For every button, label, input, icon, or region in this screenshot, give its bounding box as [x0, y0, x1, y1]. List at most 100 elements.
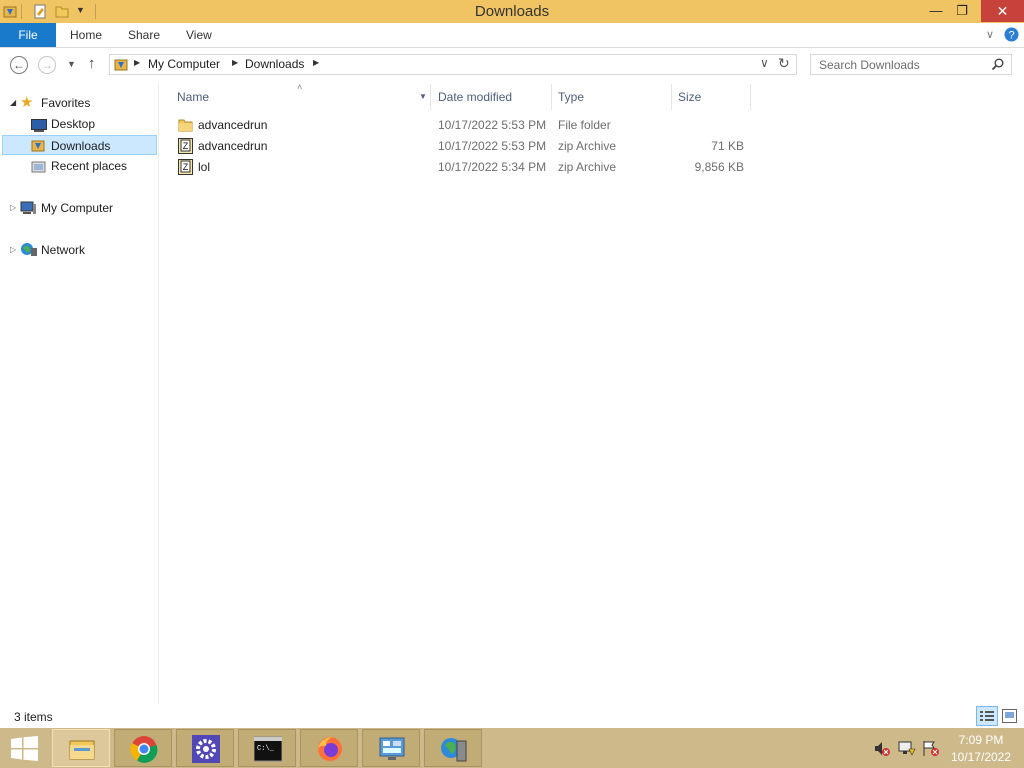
collapsed-arrow-icon[interactable]: ▷: [10, 203, 16, 212]
tab-home[interactable]: Home: [70, 23, 102, 47]
breadcrumb-chevron-icon[interactable]: ▶: [313, 58, 319, 67]
ribbon: File Home Share View ∨ ?: [0, 23, 1024, 48]
taskbar-command-prompt[interactable]: C:\_: [238, 729, 296, 767]
file-name: advancedrun: [198, 118, 268, 132]
svg-text:C:\_: C:\_: [257, 745, 275, 753]
star-icon: ★: [20, 94, 34, 111]
column-header-name[interactable]: Name: [177, 86, 209, 108]
nav-network[interactable]: Network: [41, 240, 85, 260]
window-title: Downloads: [474, 3, 550, 20]
address-row: ← → ▼ ↑ ▶ My Computer ▶ Downloads ▶ ∨ ↻ …: [0, 48, 1024, 82]
search-input[interactable]: Search Downloads: [810, 54, 1012, 75]
large-icons-view-icon[interactable]: [1002, 709, 1017, 723]
file-size: 9,856 KB: [694, 160, 744, 174]
taskbar-chrome[interactable]: [114, 729, 172, 767]
back-button[interactable]: ←: [10, 56, 28, 74]
file-name: lol: [198, 160, 211, 174]
tab-share[interactable]: Share: [128, 23, 160, 47]
nav-favorites[interactable]: Favorites: [41, 93, 90, 113]
column-header-type[interactable]: Type: [558, 86, 584, 108]
address-dropdown-icon[interactable]: ∨: [760, 56, 769, 70]
clock-time[interactable]: 7:09 PM: [948, 733, 1014, 747]
column-divider[interactable]: [430, 84, 431, 110]
zip-icon: Z: [178, 159, 193, 175]
nav-recent-places[interactable]: Recent places: [51, 156, 127, 176]
downloads-folder-icon: [114, 59, 128, 71]
navigation-pane: ◢ ★ Favorites Desktop Downloads Recent p…: [0, 82, 159, 704]
chevron-down-icon[interactable]: ∨: [986, 28, 994, 41]
file-row[interactable]: Z advancedrun 10/17/2022 5:53 PM zip Arc…: [174, 136, 774, 157]
file-type: File folder: [558, 118, 611, 132]
file-row[interactable]: Z lol 10/17/2022 5:34 PM zip Archive 9,8…: [174, 157, 774, 178]
column-divider[interactable]: [671, 84, 672, 110]
taskbar-settings[interactable]: [176, 729, 234, 767]
folder-icon: [178, 119, 193, 132]
file-date: 10/17/2022 5:34 PM: [438, 160, 547, 174]
cmd-icon: C:\_: [254, 736, 282, 762]
svg-text:?: ?: [1008, 30, 1014, 42]
file-size: 71 KB: [711, 139, 744, 153]
restore-button[interactable]: ❐: [947, 0, 977, 22]
desktop-icon: [31, 119, 47, 132]
nav-downloads-label: Downloads: [51, 139, 111, 153]
network-icon: [21, 243, 37, 256]
file-explorer-icon: [69, 740, 95, 760]
file-date: 10/17/2022 5:53 PM: [438, 139, 547, 153]
column-filter-icon[interactable]: ▼: [419, 92, 427, 101]
status-bar: 3 items: [0, 704, 1024, 728]
up-icon[interactable]: ↑: [88, 55, 96, 72]
column-divider[interactable]: [551, 84, 552, 110]
taskbar-file-explorer[interactable]: [52, 729, 110, 767]
help-icon[interactable]: ?: [1004, 27, 1019, 42]
downloads-folder-icon: [31, 140, 45, 152]
details-view-icon[interactable]: [976, 706, 998, 726]
taskbar: C:\_ 7:09 PM 10/17/2022: [0, 728, 1024, 768]
column-header-size[interactable]: Size: [678, 86, 701, 108]
file-row[interactable]: advancedrun 10/17/2022 5:53 PM File fold…: [174, 115, 774, 136]
network-tool-icon: [441, 738, 467, 762]
action-center-flag-icon[interactable]: [922, 740, 940, 757]
address-bar[interactable]: ▶ My Computer ▶ Downloads ▶ ∨: [109, 54, 797, 75]
svg-text:Z: Z: [183, 162, 189, 172]
search-placeholder: Search Downloads: [819, 58, 920, 72]
clock-date[interactable]: 10/17/2022: [946, 750, 1016, 764]
file-date: 10/17/2022 5:53 PM: [438, 118, 547, 132]
tab-file[interactable]: File: [0, 23, 56, 47]
recent-places-icon: [31, 161, 46, 173]
network-status-icon[interactable]: [898, 740, 916, 757]
title-bar: ▼ Downloads — ❐ ✕: [0, 0, 1024, 23]
breadcrumb-chevron-icon[interactable]: ▶: [134, 58, 140, 67]
nav-my-computer[interactable]: My Computer: [41, 198, 113, 218]
close-button[interactable]: ✕: [981, 0, 1024, 22]
column-divider[interactable]: [750, 84, 751, 110]
forward-button[interactable]: →: [38, 56, 56, 74]
expand-arrow-icon[interactable]: ◢: [10, 98, 16, 107]
tab-view[interactable]: View: [186, 23, 212, 47]
file-list: ˄ Name ▼ Date modified Type Size advance…: [160, 82, 1024, 704]
collapsed-arrow-icon[interactable]: ▷: [10, 245, 16, 254]
search-icon[interactable]: [991, 58, 1004, 71]
sort-ascending-icon: ˄: [297, 82, 303, 92]
nav-desktop[interactable]: Desktop: [51, 114, 95, 134]
taskbar-network-tool[interactable]: [424, 729, 482, 767]
breadcrumb-chevron-icon[interactable]: ▶: [232, 58, 238, 67]
zip-icon: Z: [178, 138, 193, 154]
firefox-icon: [318, 737, 342, 761]
recent-locations-icon[interactable]: ▼: [67, 59, 76, 69]
column-header-date[interactable]: Date modified: [438, 86, 512, 108]
volume-muted-icon[interactable]: [874, 741, 890, 756]
breadcrumb-my-computer[interactable]: My Computer: [148, 57, 220, 71]
svg-text:Z: Z: [183, 141, 189, 151]
taskbar-control-panel[interactable]: [362, 729, 420, 767]
windows-start-icon[interactable]: [11, 736, 38, 761]
chrome-icon: [130, 736, 158, 763]
control-panel-icon: [379, 737, 405, 760]
settings-gear-icon: [192, 735, 220, 763]
breadcrumb-downloads[interactable]: Downloads: [245, 57, 304, 71]
nav-downloads-selected[interactable]: Downloads: [2, 135, 157, 155]
item-count: 3 items: [14, 710, 53, 724]
refresh-icon[interactable]: ↻: [778, 55, 790, 72]
taskbar-firefox[interactable]: [300, 729, 358, 767]
file-type: zip Archive: [558, 139, 617, 153]
file-name: advancedrun: [198, 139, 268, 153]
